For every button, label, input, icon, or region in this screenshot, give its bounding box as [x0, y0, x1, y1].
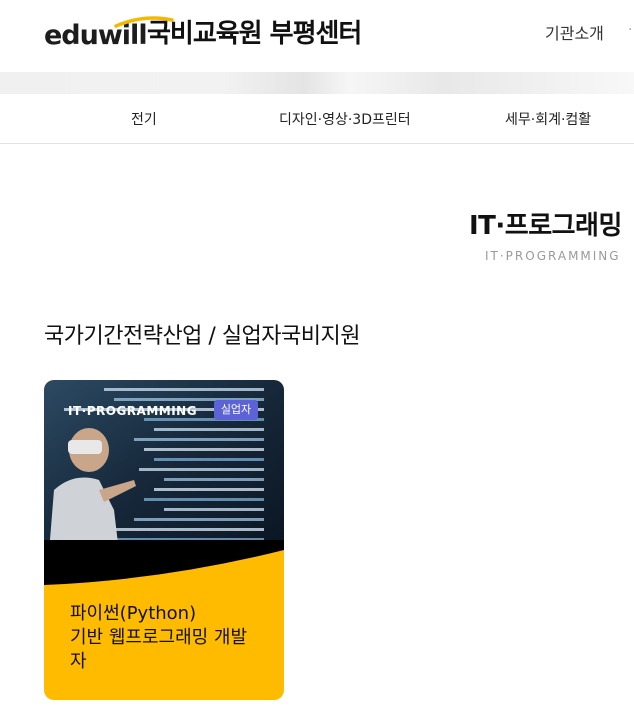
- course-card[interactable]: IT·PROGRAMMING 실업자 파이썬(Python) 기반 웹프로그래밍…: [44, 380, 284, 700]
- course-title-line2: 기반 웹프로그래밍 개발: [70, 627, 248, 648]
- course-title-line1: 파이썬(Python): [70, 603, 197, 624]
- course-category-tag: IT·PROGRAMMING: [68, 404, 198, 418]
- category-item-design[interactable]: 디자인·영상·3D프린터: [279, 109, 411, 129]
- category-nav: 전기 디자인·영상·3D프린터 세무·회계·컴활: [0, 94, 634, 144]
- course-title[interactable]: 파이썬(Python) 기반 웹프로그래밍 개발 자: [70, 602, 270, 674]
- category-item-electric[interactable]: 전기: [131, 109, 157, 129]
- course-title-line3: 자: [70, 651, 87, 672]
- nav-item-about[interactable]: 기관소개: [545, 20, 604, 44]
- course-badge: 실업자: [214, 400, 258, 420]
- nav-more[interactable]: ·: [628, 22, 632, 38]
- header-band: [0, 72, 634, 94]
- section-title: 국가기간전략산업 / 실업자국비지원: [44, 324, 361, 349]
- page-subtitle: IT·PROGRAMMING: [485, 249, 621, 263]
- site-header: eduwill 국비교육원 부평센터 기관소개 ·: [0, 0, 634, 72]
- center-name: 국비교육원 부평센터: [147, 19, 362, 49]
- eduwill-logo[interactable]: eduwill: [44, 16, 174, 49]
- page-title: IT·프로그래밍: [469, 211, 622, 241]
- category-item-accounting[interactable]: 세무·회계·컴활: [505, 109, 591, 129]
